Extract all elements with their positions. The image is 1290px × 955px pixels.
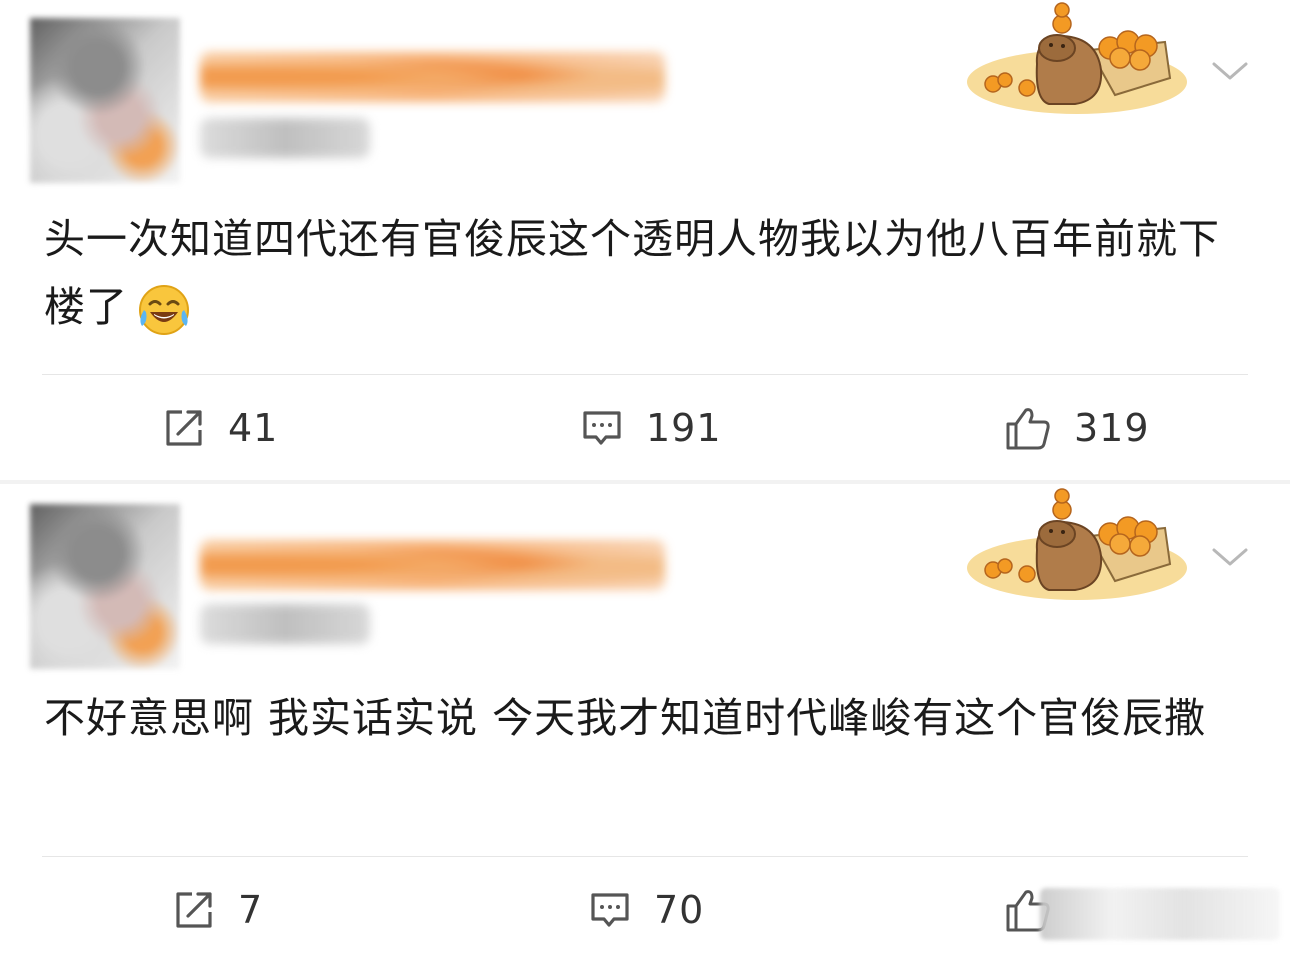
repost-icon: [166, 410, 202, 446]
post-text-body: 不好意思啊 我实话实说 今天我才知道时代峰峻有这个官俊辰撒: [44, 694, 1207, 742]
avatar[interactable]: [30, 504, 180, 669]
divider: [42, 374, 1248, 375]
post-meta-blurred: [200, 604, 370, 644]
action-bar: 41 191 319: [0, 398, 1290, 458]
capybara-oranges-sticker: [967, 2, 1187, 114]
watermark-blurred: [1040, 888, 1280, 940]
comment-icon: [583, 411, 621, 445]
laughing-tears-emoji: [139, 285, 189, 335]
post-card: 不好意思啊 我实话实说 今天我才知道时代峰峻有这个官俊辰撒 7 70: [0, 484, 1290, 955]
comment-count: 70: [654, 888, 705, 932]
like-button[interactable]: 319: [1004, 398, 1150, 458]
chevron-down-icon[interactable]: [1208, 542, 1252, 572]
repost-icon: [176, 892, 212, 928]
username-blurred[interactable]: [200, 52, 665, 102]
post-meta-blurred: [200, 118, 370, 158]
divider: [42, 856, 1248, 857]
post-text-body: 头一次知道四代还有官俊辰这个透明人物我以为他八百年前就下楼了: [44, 215, 1220, 331]
comment-count: 191: [646, 406, 722, 450]
username-blurred[interactable]: [200, 540, 665, 590]
comment-icon: [591, 893, 629, 927]
repost-count: 41: [228, 406, 279, 450]
chevron-down-icon[interactable]: [1208, 56, 1252, 86]
post-text: 头一次知道四代还有官俊辰这个透明人物我以为他八百年前就下楼了: [44, 205, 1244, 341]
thumbs-up-icon: [1006, 408, 1050, 450]
capybara-oranges-sticker: [967, 488, 1187, 600]
comment-button[interactable]: 70: [588, 880, 704, 940]
repost-button[interactable]: 7: [172, 880, 263, 940]
post-text: 不好意思啊 我实话实说 今天我才知道时代峰峻有这个官俊辰撒: [44, 684, 1244, 752]
like-count: 319: [1074, 406, 1150, 450]
comment-button[interactable]: 191: [580, 398, 722, 458]
post-card: 头一次知道四代还有官俊辰这个透明人物我以为他八百年前就下楼了 41 191 31…: [0, 0, 1290, 480]
repost-button[interactable]: 41: [162, 398, 278, 458]
repost-count: 7: [238, 888, 264, 932]
avatar[interactable]: [30, 18, 180, 183]
